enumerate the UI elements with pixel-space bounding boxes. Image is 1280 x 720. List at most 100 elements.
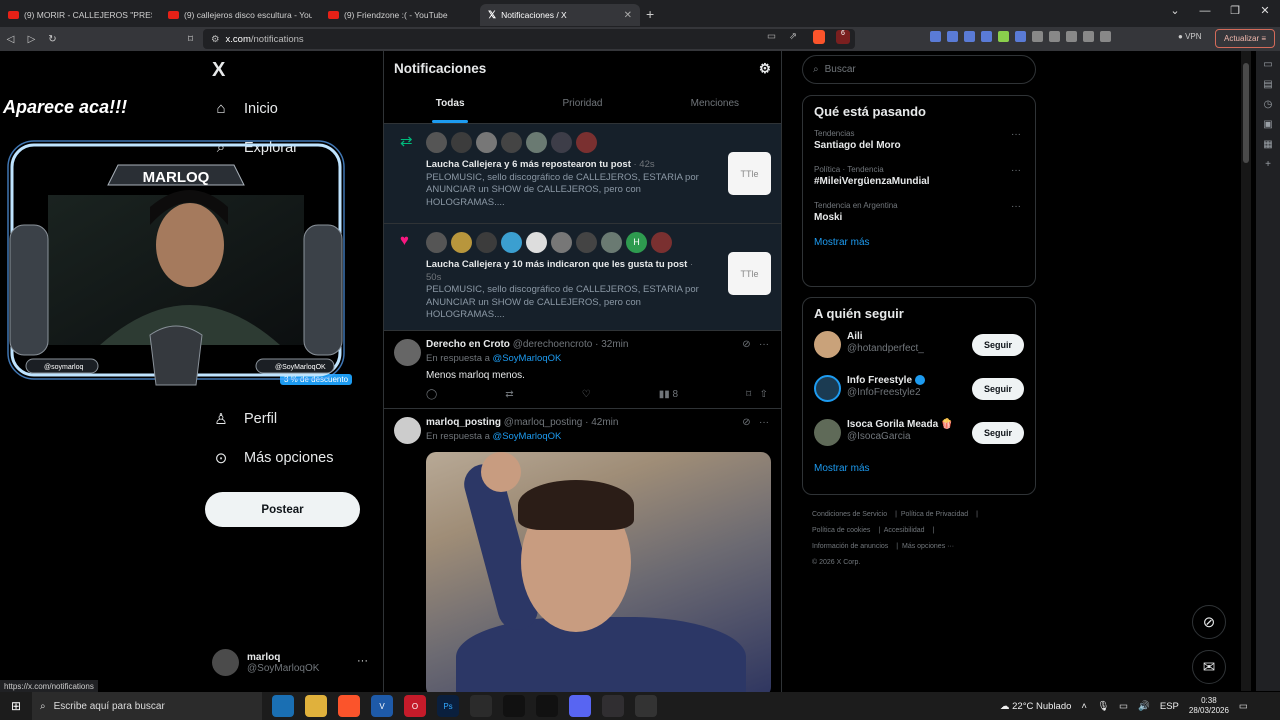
extension-icon[interactable] [930, 31, 941, 42]
network-icon[interactable]: ▭ [1119, 701, 1128, 712]
x-logo[interactable]: X [212, 59, 225, 82]
account-switcher[interactable]: marloq @SoyMarloqOK ··· [212, 649, 368, 676]
author-handle[interactable]: @marloq_posting [504, 417, 583, 428]
forward-icon[interactable]: ▷ [21, 34, 42, 45]
scrollbar-thumb[interactable] [1243, 63, 1249, 163]
like-icon[interactable]: ♡ [582, 389, 591, 400]
wallet-icon[interactable]: ▣ [1263, 119, 1272, 130]
avatar[interactable] [426, 232, 447, 253]
tray-chevron-icon[interactable]: ˄ [1081, 701, 1087, 712]
avatar[interactable] [576, 132, 597, 153]
more-icon[interactable]: ··· [1011, 165, 1021, 176]
actor-name[interactable]: Laucha Callejera [426, 259, 502, 270]
update-button[interactable]: Actualizar ≡ [1215, 29, 1275, 48]
more-icon[interactable]: ··· [1011, 129, 1021, 140]
app-icon[interactable] [635, 695, 657, 717]
avatar[interactable] [551, 132, 572, 153]
clock[interactable]: 0:38 28/03/2026 [1189, 696, 1229, 716]
avatar[interactable] [576, 232, 597, 253]
footer-link[interactable]: Política de Privacidad [901, 511, 968, 518]
avatar[interactable]: H [626, 232, 647, 253]
extension-icon[interactable] [1032, 31, 1043, 42]
opera-icon[interactable]: O [404, 695, 426, 717]
reply-post[interactable]: marloq_posting @marloq_posting · 42min ⊘… [384, 409, 781, 706]
more-icon[interactable]: ⊘ ··· [742, 339, 769, 350]
browser-tab[interactable]: (9) MORIR - CALLEJEROS "PRESION" [0, 4, 160, 26]
browser-tab-active[interactable]: 𝕏 Notificaciones / X ✕ [480, 4, 640, 26]
author-handle[interactable]: @derechoencroto [513, 339, 593, 350]
tab-menciones[interactable]: Menciones [649, 87, 781, 123]
repost-icon[interactable]: ⇄ [505, 389, 513, 400]
avatar[interactable] [601, 232, 622, 253]
capcut-icon[interactable] [536, 695, 558, 717]
avatar[interactable] [651, 232, 672, 253]
add-panel-icon[interactable]: + [1265, 159, 1271, 170]
follow-suggestion[interactable]: Isoca Gorila Meada 🍿 @IsocaGarcia Seguir [814, 419, 1024, 463]
more-icon[interactable]: ··· [1011, 201, 1021, 212]
reload-icon[interactable]: ↻ [42, 34, 63, 45]
photoshop-icon[interactable]: Ps [437, 695, 459, 717]
post-thumbnail[interactable]: TTle [728, 152, 771, 195]
extension-icon[interactable] [1100, 31, 1111, 42]
avatar[interactable] [526, 132, 547, 153]
trend-item[interactable]: Tendencias Santiago del Moro ··· [814, 129, 1024, 151]
footer-link[interactable]: Más opciones ··· [902, 543, 954, 550]
footer-link[interactable]: Accesibilidad [884, 527, 925, 534]
language-indicator[interactable]: ESP [1160, 701, 1179, 712]
mention-link[interactable]: @SoyMarloqOK [493, 353, 562, 364]
browser-tab[interactable]: (9) callejeros disco escultura - YouTube [160, 4, 320, 26]
author-name[interactable]: marloq_posting [426, 417, 501, 428]
avatar[interactable] [814, 419, 841, 446]
avatar[interactable] [501, 232, 522, 253]
reply-post[interactable]: Derecho en Croto @derechoencroto · 32min… [384, 331, 781, 409]
new-tab-button[interactable]: + [646, 6, 654, 22]
vegas-icon[interactable]: V [371, 695, 393, 717]
cast-icon[interactable]: ▭ [767, 31, 776, 42]
maximize-button[interactable]: ❐ [1220, 0, 1250, 22]
volume-icon[interactable]: 🔊 [1138, 701, 1150, 712]
extension-icon[interactable] [981, 31, 992, 42]
extension-icon[interactable] [964, 31, 975, 42]
follow-button[interactable]: Seguir [972, 378, 1024, 400]
avatar[interactable] [476, 132, 497, 153]
sidebar-toggle-icon[interactable]: ▭ [1263, 59, 1272, 70]
close-tab-icon[interactable]: ✕ [624, 10, 632, 21]
more-icon[interactable]: ··· [357, 655, 368, 667]
post-button[interactable]: Postear [205, 492, 360, 527]
brave-icon[interactable] [338, 695, 360, 717]
extension-icon[interactable] [1066, 31, 1077, 42]
search-input[interactable]: ⌕ Buscar [802, 55, 1036, 84]
mention-link[interactable]: @SoyMarloqOK [493, 431, 562, 442]
avatar[interactable] [476, 232, 497, 253]
notification-item[interactable]: ♥ H Laucha Callejera y 10 más indicaron … [384, 224, 781, 331]
discord-icon[interactable] [569, 695, 591, 717]
extension-icon[interactable] [998, 31, 1009, 42]
author-name[interactable]: Derecho en Croto [426, 339, 510, 350]
avatar[interactable] [526, 232, 547, 253]
page-scrollbar[interactable] [1241, 51, 1251, 691]
notifications-icon[interactable]: ▭ [1239, 701, 1248, 712]
avatar[interactable] [394, 416, 421, 444]
brave-rewards-badge[interactable]: 6 [836, 30, 850, 44]
reply-icon[interactable]: ◯ [426, 389, 437, 400]
bookmark-icon[interactable]: ⌑ ⇧ [746, 389, 768, 400]
share-icon[interactable]: ⇗ [789, 31, 797, 42]
settings-icon[interactable]: ⚙ [759, 61, 771, 77]
tab-search-icon[interactable]: ⌄ [1160, 0, 1190, 22]
url-field[interactable]: ⚙ x.com/notifications [203, 29, 855, 49]
panel-icon[interactable]: ▦ [1263, 139, 1272, 150]
bookmark-icon[interactable]: ⌑ [180, 34, 201, 45]
avatar[interactable] [501, 132, 522, 153]
post-image[interactable] [426, 451, 771, 697]
follow-suggestion[interactable]: Aili @hotandperfect_ Seguir [814, 331, 1024, 375]
app-icon[interactable] [470, 695, 492, 717]
follow-button[interactable]: Seguir [972, 422, 1024, 444]
windows-start-icon[interactable]: ⊞ [0, 699, 32, 713]
extension-icon[interactable] [1083, 31, 1094, 42]
microphone-icon[interactable]: 🎙 [1097, 701, 1109, 712]
reading-list-icon[interactable]: ▤ [1263, 79, 1272, 90]
more-icon[interactable]: ⊘ ··· [742, 417, 769, 428]
notification-item[interactable]: ⇄ Laucha Callejera y 6 más repostearon t… [384, 124, 781, 224]
vpn-button[interactable]: ● VPN [1178, 32, 1202, 41]
footer-link[interactable]: Información de anuncios [812, 543, 888, 550]
